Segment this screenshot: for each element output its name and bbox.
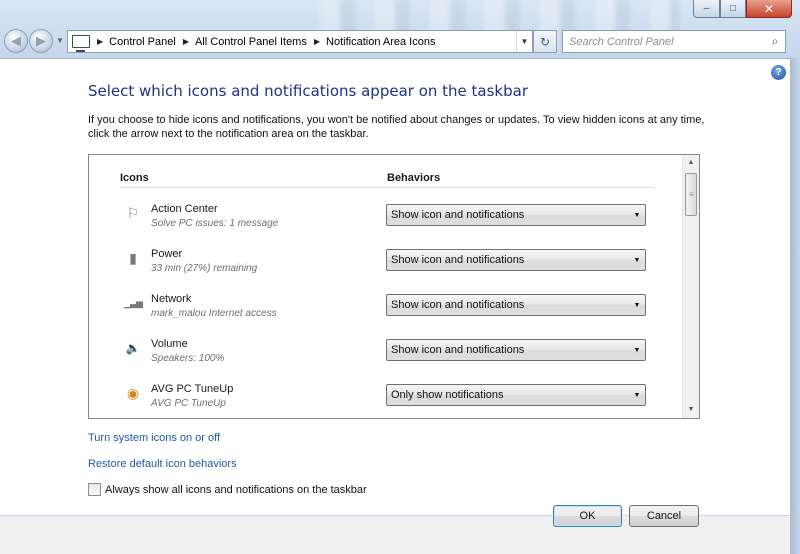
- restore-defaults-link[interactable]: Restore default icon behaviors: [88, 458, 237, 470]
- behavior-dropdown[interactable]: Show icon and notifications ▼: [386, 249, 646, 271]
- item-name: Action Center: [151, 203, 218, 215]
- window-edge: [790, 58, 800, 554]
- behavior-dropdown[interactable]: Show icon and notifications ▼: [386, 294, 646, 316]
- list-item-action-center: ⚐ Action Center Solve PC issues: 1 messa…: [120, 200, 650, 240]
- behavior-value: Show icon and notifications: [391, 299, 525, 311]
- item-name: Volume: [151, 338, 188, 350]
- network-icon: ▁▃▅: [124, 297, 143, 308]
- breadcrumb-arrow-icon[interactable]: ▶: [183, 37, 189, 46]
- turn-system-icons-link[interactable]: Turn system icons on or off: [88, 432, 220, 444]
- item-name: Network: [151, 293, 192, 305]
- refresh-icon: ↻: [539, 34, 551, 49]
- back-arrow-icon: ◀: [11, 33, 21, 48]
- avg-tuneup-icon: ◉: [126, 384, 140, 401]
- column-header-icons: Icons: [120, 172, 149, 184]
- page-title: Select which icons and notifications app…: [88, 82, 528, 100]
- forward-arrow-icon: ▶: [36, 33, 46, 48]
- search-icon[interactable]: ⌕: [765, 34, 785, 49]
- item-name: AVG PC TuneUp: [151, 383, 234, 395]
- behavior-value: Show icon and notifications: [391, 209, 525, 221]
- column-header-behaviors: Behaviors: [387, 172, 441, 184]
- battery-icon: ▮: [129, 249, 137, 266]
- scroll-thumb[interactable]: ≡: [685, 173, 697, 216]
- ok-button[interactable]: OK: [553, 505, 622, 527]
- breadcrumb: ▶ Control Panel ▶ All Control Panel Item…: [90, 36, 435, 48]
- page-description: If you choose to hide icons and notifica…: [88, 114, 705, 140]
- search-input[interactable]: Search Control Panel: [563, 36, 765, 48]
- always-show-checkbox[interactable]: [88, 483, 101, 496]
- search-box[interactable]: Search Control Panel ⌕: [562, 30, 786, 53]
- speaker-icon: 🔈: [125, 341, 141, 355]
- behavior-value: Show icon and notifications: [391, 344, 525, 356]
- item-status: Speakers: 100%: [151, 353, 225, 364]
- list-item-avg-tuneup: ◉ AVG PC TuneUp AVG PC TuneUp Only show …: [120, 380, 650, 418]
- breadcrumb-control-panel[interactable]: Control Panel: [109, 36, 176, 48]
- header-divider: [120, 187, 654, 188]
- list-scrollbar[interactable]: ▲ ≡ ▼: [682, 155, 699, 418]
- maximize-button[interactable]: □: [720, 0, 746, 18]
- flag-icon: ⚐: [126, 204, 140, 221]
- breadcrumb-all-items[interactable]: All Control Panel Items: [195, 36, 307, 48]
- help-icon[interactable]: ?: [771, 65, 786, 80]
- item-status: mark_malou Internet access: [151, 308, 277, 319]
- breadcrumb-arrow-icon[interactable]: ▶: [97, 37, 103, 46]
- scroll-down-icon[interactable]: ▼: [683, 402, 699, 418]
- address-dropdown-icon[interactable]: ▼: [516, 31, 532, 52]
- recent-pages-dropdown[interactable]: ▼: [56, 36, 64, 45]
- behavior-value: Show icon and notifications: [391, 254, 525, 266]
- behavior-dropdown[interactable]: Show icon and notifications ▼: [386, 204, 646, 226]
- breadcrumb-arrow-icon[interactable]: ▶: [314, 37, 320, 46]
- item-status: 33 min (27%) remaining: [151, 263, 258, 274]
- behavior-dropdown[interactable]: Show icon and notifications ▼: [386, 339, 646, 361]
- chevron-down-icon: ▼: [633, 391, 641, 399]
- chevron-down-icon: ▼: [633, 256, 641, 264]
- item-status: Solve PC issues: 1 message: [151, 218, 279, 229]
- always-show-label[interactable]: Always show all icons and notifications …: [105, 484, 367, 496]
- computer-icon: [72, 35, 90, 52]
- refresh-button[interactable]: ↻: [533, 30, 557, 53]
- navigation-bar: ◀ ▶ ▼ ▶ Control Panel ▶ All Control Pane…: [0, 27, 800, 55]
- notification-icons-list: Icons Behaviors ⚐ Action Center Solve PC…: [88, 154, 700, 419]
- breadcrumb-notification-area-icons[interactable]: Notification Area Icons: [326, 36, 435, 48]
- behavior-value: Only show notifications: [391, 389, 504, 401]
- content-panel: ? Select which icons and notifications a…: [0, 58, 790, 554]
- list-item-volume: 🔈 Volume Speakers: 100% Show icon and no…: [120, 335, 650, 375]
- caption-buttons: – □ ✕: [693, 0, 792, 18]
- back-button[interactable]: ◀: [4, 29, 28, 53]
- behavior-dropdown[interactable]: Only show notifications ▼: [386, 384, 646, 406]
- chevron-down-icon: ▼: [633, 301, 641, 309]
- window-frame: – □ ✕ ◀ ▶ ▼ ▶ Control Panel ▶ All Contro…: [0, 0, 800, 554]
- always-show-option[interactable]: Always show all icons and notifications …: [88, 483, 367, 496]
- minimize-button[interactable]: –: [693, 0, 720, 18]
- chevron-down-icon: ▼: [633, 346, 641, 354]
- cancel-button[interactable]: Cancel: [629, 505, 699, 527]
- scroll-up-icon[interactable]: ▲: [683, 155, 699, 171]
- item-status: AVG PC TuneUp: [151, 398, 226, 409]
- address-bar[interactable]: ▶ Control Panel ▶ All Control Panel Item…: [67, 30, 533, 53]
- list-item-network: ▁▃▅ Network mark_malou Internet access S…: [120, 290, 650, 330]
- close-button[interactable]: ✕: [746, 0, 792, 18]
- chevron-down-icon: ▼: [633, 211, 641, 219]
- forward-button[interactable]: ▶: [29, 29, 53, 53]
- list-item-power: ▮ Power 33 min (27%) remaining Show icon…: [120, 245, 650, 285]
- item-name: Power: [151, 248, 183, 260]
